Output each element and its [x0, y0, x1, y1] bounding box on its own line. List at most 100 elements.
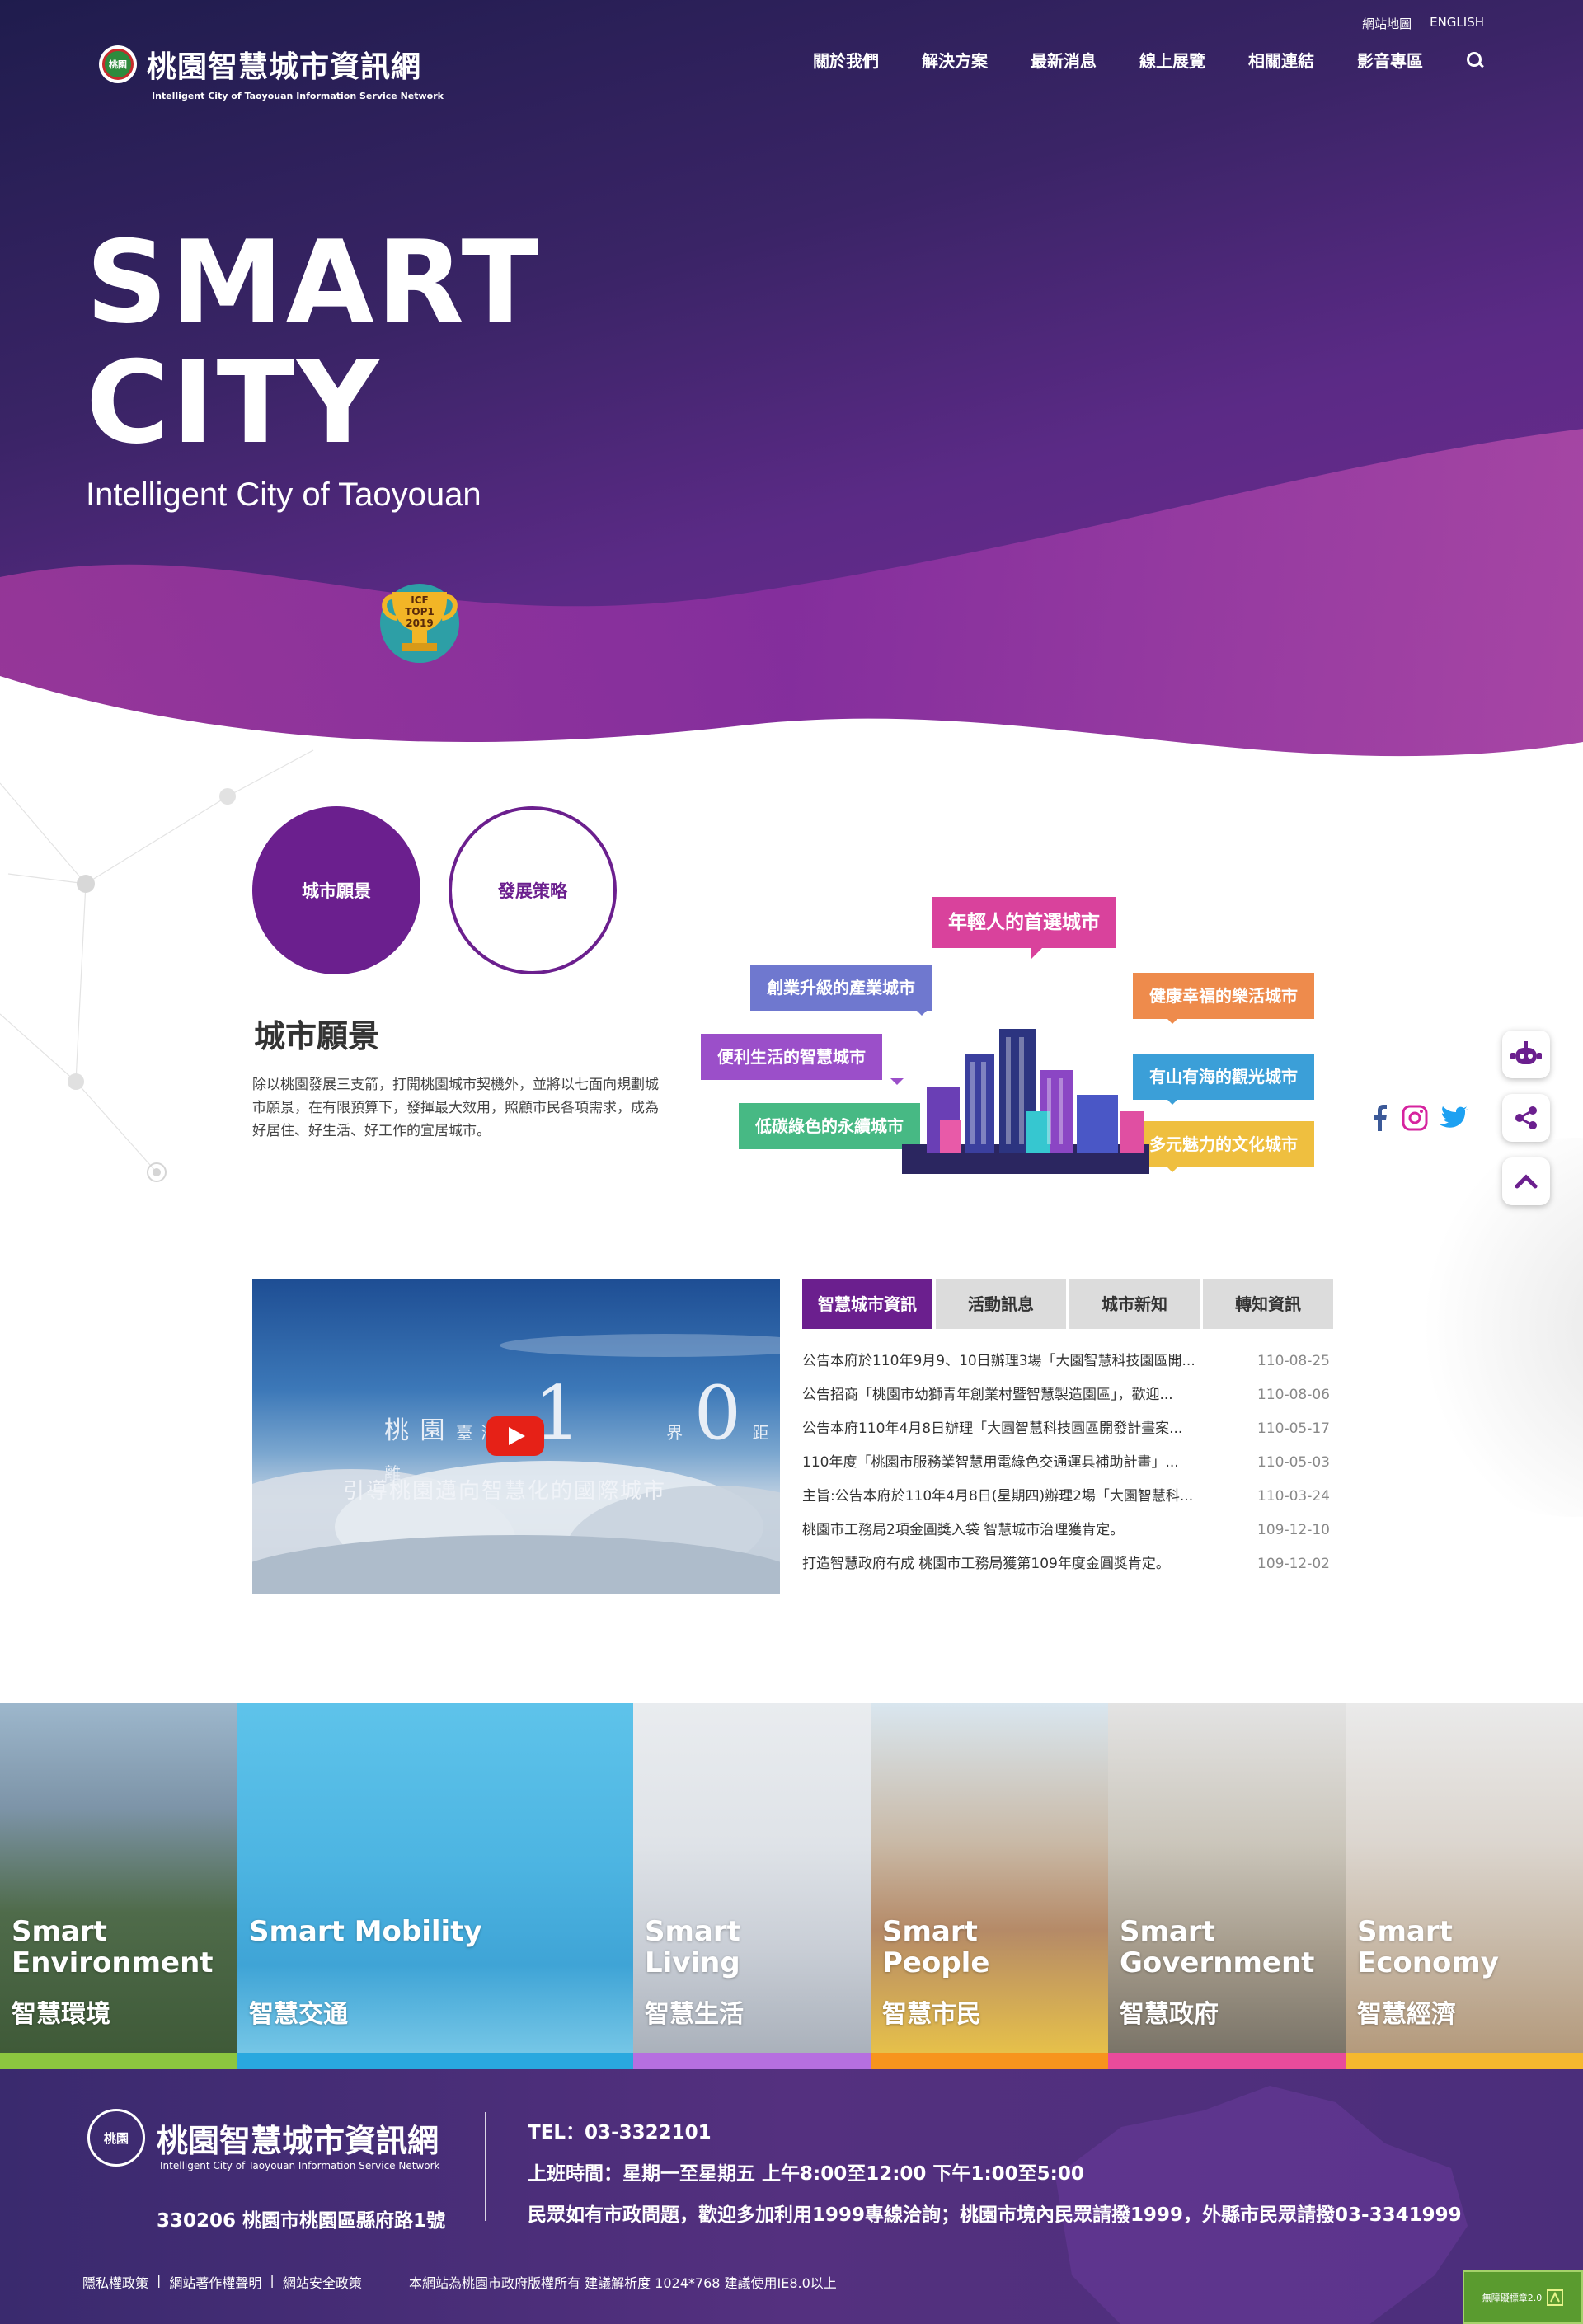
category-smart-people[interactable]: Smart People 智慧市民 — [871, 1703, 1108, 2069]
category-smart-mobility[interactable]: Smart Mobility 智慧交通 — [237, 1703, 633, 2069]
news-date: 110-08-25 — [1257, 1353, 1330, 1369]
sitemap-link[interactable]: 網站地圖 — [1362, 15, 1412, 32]
search-icon[interactable] — [1466, 51, 1484, 69]
bubble-smart-living-city: 便利生活的智慧城市 — [701, 1034, 904, 1085]
footer-logo[interactable]: 桃園 桃園智慧城市資訊網 Intelligent City of Taoyoua… — [87, 2109, 439, 2171]
chatbot-button[interactable] — [1502, 1031, 1550, 1078]
nav-news[interactable]: 最新消息 — [1031, 48, 1097, 72]
news-item[interactable]: 主旨:公告本府於110年4月8日(星期四)辦理2場「大園智慧科... 110-03… — [802, 1484, 1330, 1518]
news-date: 110-05-17 — [1257, 1420, 1330, 1437]
link-separator: | — [157, 2272, 162, 2288]
youtube-play-icon[interactable] — [486, 1416, 544, 1456]
city-vision-button[interactable]: 城市願景 — [252, 806, 420, 974]
news-date: 110-03-24 — [1257, 1488, 1330, 1505]
news-item[interactable]: 桃園市工務局2項金圓獎入袋 智慧城市治理獲肯定。 109-12-10 — [802, 1518, 1330, 1552]
footer-hours: 上班時間：星期一至星期五 上午8:00至12:00 下午1:00至5:00 — [528, 2163, 1084, 2185]
facebook-icon[interactable] — [1369, 1105, 1390, 1131]
tab-city-knowledge[interactable]: 城市新知 — [1069, 1279, 1200, 1329]
footer-emblem-icon: 桃園 — [87, 2109, 145, 2167]
site-logo[interactable]: 桃園 桃園智慧城市資訊網 Intelligent City of Taoyoua… — [99, 43, 444, 101]
tab-smart-city-info[interactable]: 智慧城市資訊 — [802, 1279, 932, 1329]
nav-links[interactable]: 相關連結 — [1248, 48, 1314, 72]
news-item[interactable]: 打造智慧政府有成 桃園市工務局獲第109年度金圓獎肯定。 109-12-02 — [802, 1552, 1330, 1585]
emblem-text: 桃園 — [102, 49, 134, 80]
news-title: 打造智慧政府有成 桃園市工務局獲第109年度金圓獎肯定。 — [802, 1556, 1170, 1572]
hero-title: SMART CITY — [86, 223, 542, 463]
category-color-bar — [237, 2053, 633, 2069]
news-date: 110-05-03 — [1257, 1454, 1330, 1471]
category-color-bar — [0, 2053, 237, 2069]
footer-contact-info: TEL：03-3322101 上班時間：星期一至星期五 上午8:00至12:00… — [528, 2112, 1462, 2236]
news-tabs: 智慧城市資訊 活動訊息 城市新知 轉知資訊 — [802, 1279, 1333, 1329]
category-zh-title: 智慧市民 — [882, 2000, 981, 2029]
nav-media[interactable]: 影音專區 — [1357, 48, 1423, 72]
accessibility-icon — [1547, 2289, 1564, 2306]
category-color-bar — [1108, 2053, 1346, 2069]
copyright-link[interactable]: 網站著作權聲明 — [169, 2272, 261, 2292]
smart-categories: Smart Environment 智慧環境 Smart Mobility 智慧交… — [0, 1703, 1583, 2069]
news-title: 110年度「桃園市服務業智慧用電綠色交通運具補助計畫」... — [802, 1454, 1179, 1471]
video-headline: 桃 園 臺 灣 第 1 界 0 距 離 — [384, 1370, 780, 1486]
video-tagline: 引導桃園邁向智慧化的國際城市 — [343, 1479, 667, 1504]
instagram-icon[interactable] — [1402, 1105, 1428, 1131]
news-date: 109-12-10 — [1257, 1522, 1330, 1538]
footer-subtitle: Intelligent City of Taoyouan Information… — [160, 2160, 440, 2171]
category-color-bar — [633, 2053, 871, 2069]
news-item[interactable]: 公告本府於110年9月9、10日辦理3場「大園智慧科技園區開... 110-08-… — [802, 1349, 1330, 1383]
site-title: 桃園智慧城市資訊網 — [147, 50, 422, 84]
category-smart-environment[interactable]: Smart Environment 智慧環境 — [0, 1703, 237, 2069]
vision-heading: 城市願景 — [254, 1018, 380, 1054]
category-smart-government[interactable]: Smart Government 智慧政府 — [1108, 1703, 1346, 2069]
news-item[interactable]: 110年度「桃園市服務業智慧用電綠色交通運具補助計畫」... 110-05-03 — [802, 1450, 1330, 1484]
bubble-health-city: 健康幸福的樂活城市 — [1133, 973, 1314, 1024]
news-item[interactable]: 公告招商「桃園市幼獅青年創業村暨智慧製造園區」，歡迎... 110-08-06 — [802, 1383, 1330, 1416]
hero-banner: 網站地圖 ENGLISH 桃園 桃園智慧城市資訊網 Intelligent Ci… — [0, 0, 1583, 808]
tab-forwarded-info[interactable]: 轉知資訊 — [1203, 1279, 1333, 1329]
back-to-top-button[interactable] — [1502, 1157, 1550, 1205]
city-emblem-icon: 桃園 — [99, 45, 137, 83]
video-num-zero: 0 — [693, 1370, 743, 1457]
nav-exhibition[interactable]: 線上展覽 — [1139, 48, 1205, 72]
social-share-bar — [1369, 1094, 1468, 1142]
category-zh-title: 智慧生活 — [645, 2000, 744, 2029]
news-title: 公告本府於110年9月9、10日辦理3場「大園智慧科技園區開... — [802, 1353, 1195, 1369]
share-icon — [1515, 1106, 1537, 1129]
category-en-title: Smart Government — [1120, 1915, 1315, 1979]
privacy-policy-link[interactable]: 隱私權政策 — [82, 2272, 148, 2292]
strategy-button[interactable]: 發展策略 — [449, 806, 617, 974]
trophy-text-year: 2019 — [406, 617, 433, 629]
news-title: 公告招商「桃園市幼獅青年創業村暨智慧製造園區」，歡迎... — [802, 1387, 1173, 1403]
promo-video[interactable]: 桃 園 臺 灣 第 1 界 0 距 離 引導桃園邁向智慧化的國際城市 — [252, 1279, 780, 1594]
footer-hotline: 民眾如有市政問題，歡迎多加利用1999專線洽詢；桃園市境內民眾請撥1999，外縣… — [528, 2204, 1462, 2226]
hero-title-line1: SMART — [86, 216, 542, 349]
category-en-title: Smart Economy — [1357, 1915, 1499, 1979]
nav-solutions[interactable]: 解決方案 — [922, 48, 988, 72]
vision-description: 除以桃園發展三支箭，打開桃園城市契機外，並將以七面向規劃城市願景，在有限預算下，… — [252, 1077, 659, 1139]
english-link[interactable]: ENGLISH — [1430, 15, 1484, 32]
news-list: 公告本府於110年9月9、10日辦理3場「大園智慧科技園區開... 110-08-… — [802, 1349, 1330, 1585]
share-button[interactable] — [1502, 1094, 1550, 1142]
link-separator: | — [270, 2272, 275, 2288]
chevron-up-icon — [1515, 1174, 1538, 1189]
news-item[interactable]: 公告本府110年4月8日辦理「大園智慧科技園區開發計畫案... 110-05-17 — [802, 1416, 1330, 1450]
nav-about[interactable]: 關於我們 — [813, 48, 879, 72]
category-zh-title: 智慧政府 — [1120, 2000, 1219, 2029]
category-zh-title: 智慧經濟 — [1357, 2000, 1456, 2029]
city-buildings-illustration — [902, 1029, 1149, 1174]
twitter-icon[interactable] — [1440, 1106, 1468, 1129]
hero-subtitle: Intelligent City of Taoyouan — [86, 477, 481, 513]
category-smart-economy[interactable]: Smart Economy 智慧經濟 — [1346, 1703, 1583, 2069]
footer-tel: TEL：03-3322101 — [528, 2122, 712, 2143]
accessibility-badge[interactable]: 無障礙標章2.0 — [1463, 2270, 1583, 2324]
category-smart-living[interactable]: Smart Living 智慧生活 — [633, 1703, 871, 2069]
icf-trophy-icon: ICF TOP1 2019 — [380, 584, 459, 663]
footer-title: 桃園智慧城市資訊網 — [157, 2122, 439, 2159]
main-nav: 關於我們 解決方案 最新消息 線上展覽 相關連結 影音專區 — [813, 48, 1484, 72]
bubble-tourism-city: 有山有海的觀光城市 — [1133, 1054, 1314, 1105]
tab-events[interactable]: 活動訊息 — [936, 1279, 1066, 1329]
site-footer: 桃園 桃園智慧城市資訊網 Intelligent City of Taoyoua… — [0, 2069, 1583, 2324]
footer-address: 330206 桃園市桃園區縣府路1號 — [157, 2210, 446, 2232]
video-text-world: 界 — [666, 1423, 685, 1443]
security-policy-link[interactable]: 網站安全政策 — [283, 2272, 362, 2292]
trophy-text-top: TOP1 — [405, 606, 435, 617]
